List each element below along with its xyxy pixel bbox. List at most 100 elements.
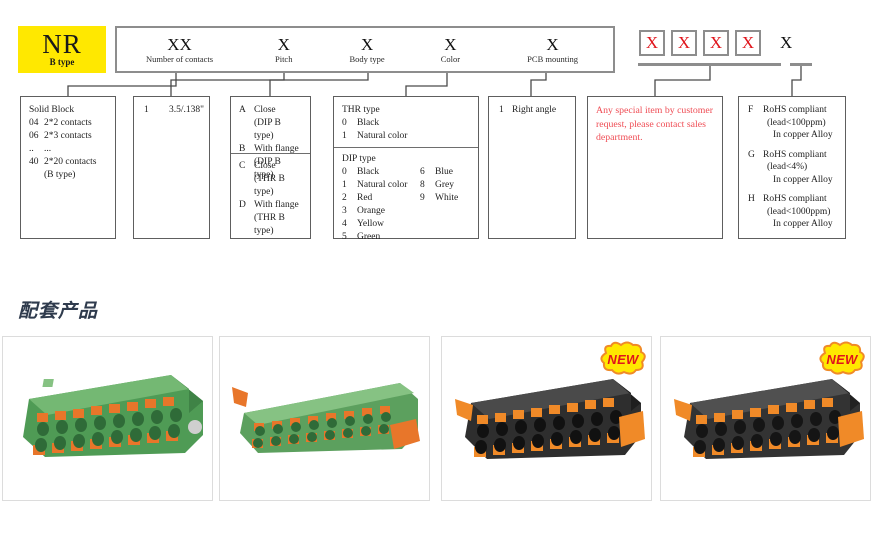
rohs-line3: In copper Alloy (773, 130, 833, 140)
dip-color-column-right: 6 Blue 8 Grey 9 White (420, 166, 470, 244)
body-type-key: A (239, 105, 246, 115)
dip-color-key: 5 (342, 232, 347, 242)
body-type-sub: (DIP B type) (254, 118, 281, 141)
new-badge-text: NEW (607, 352, 639, 367)
detail-box-pitch: 1 3.5/.138" (133, 96, 210, 239)
product-card[interactable]: NL3.5 With Flange (2, 336, 213, 501)
contacts-row: 40 2*20 contacts (29, 156, 107, 169)
product-card[interactable]: NEW (660, 336, 871, 501)
product-image-black-low-current (455, 379, 645, 459)
contacts-row-value: 2*20 contacts (44, 157, 97, 167)
code-label: Color (440, 53, 461, 64)
contacts-title: Solid Block (29, 105, 75, 115)
contacts-row-value: ... (44, 144, 52, 154)
part-number-coding-diagram: NR B type XX Number of contacts X Pitch … (0, 0, 882, 250)
code-label: Body type (349, 53, 385, 64)
dip-color-value: Blue (435, 167, 453, 177)
thr-color-value: Black (357, 118, 380, 128)
dip-color-key: 2 (342, 193, 347, 203)
rohs-key: G (748, 149, 755, 160)
body-type-value: Close (254, 161, 276, 171)
dip-color-value: Natural color (357, 180, 408, 190)
dip-color-key: 0 (342, 167, 347, 177)
code-label: Number of contacts (146, 53, 214, 64)
page-root: NR B type XX Number of contacts X Pitch … (0, 0, 882, 556)
code-symbol: X (277, 34, 290, 54)
rohs-code-underline (790, 63, 812, 66)
detail-box-color: THR type 0 Black 1 Natural color DIP typ… (333, 96, 479, 242)
mounting-value: Right angle (512, 105, 557, 115)
pitch-row-value: 3.5/.138" (169, 105, 205, 115)
code-cell-color: X Color (409, 28, 492, 71)
body-type-row: D With flange (239, 199, 302, 212)
rohs-code-symbol: X (780, 33, 793, 52)
product-card[interactable]: NL3.5 With operating lever (219, 336, 430, 501)
contacts-row-key: 04 (29, 118, 39, 128)
mounting-key: 1 (499, 105, 504, 115)
product-card[interactable]: NEW (441, 336, 652, 501)
code-symbol: X (546, 34, 559, 54)
rohs-line1: RoHS compliant (763, 194, 827, 204)
pitch-row: 1 3.5/.138" (144, 104, 205, 117)
rohs-line1: RoHS compliant (763, 149, 827, 160)
new-badge: NEW (597, 341, 649, 378)
product-image-green-lever (232, 383, 420, 453)
body-type-key: D (239, 200, 246, 210)
product-card-grid: NL3.5 With Flange (0, 336, 882, 556)
nr-logo-subtitle: B type (49, 56, 75, 67)
section-title: 配套产品 (18, 301, 99, 322)
color-divider: DIP type 0 Black 1 Natural color 2 Red 3… (334, 147, 478, 244)
rohs-line3: In copper Alloy (773, 219, 833, 229)
nr-logo-main: NR (42, 28, 82, 59)
mounting-row: 1 Right angle (499, 104, 567, 117)
dip-color-row: 0 Black (342, 166, 420, 179)
special-request-note: Any special item by customer request, pl… (596, 105, 713, 143)
dip-color-key: 1 (342, 180, 347, 190)
contacts-row-key: .. (29, 144, 34, 154)
thr-color-value: Natural color (357, 131, 408, 141)
dip-color-row: 4 Yellow (342, 218, 420, 231)
code-symbol: X (444, 34, 457, 54)
rohs-key: F (748, 105, 754, 115)
contacts-row: 04 2*2 contacts (29, 117, 107, 130)
dip-color-row: 8 Grey (420, 179, 470, 192)
optional-code-underline (638, 63, 781, 66)
optional-code-box-4: X (735, 30, 761, 56)
code-label: Pitch (274, 53, 293, 64)
rohs-line3: In copper Alloy (773, 174, 833, 185)
product-image-green-flange (23, 375, 203, 457)
rohs-key: H (748, 194, 755, 204)
dip-color-row: 2 Red (342, 192, 420, 205)
thr-color-row: 0 Black (342, 117, 470, 130)
dip-color-value: Green (357, 232, 381, 242)
dip-color-value: Black (357, 167, 380, 177)
code-symbol: XX (167, 34, 192, 54)
dip-color-value: White (435, 193, 459, 203)
detail-box-body-type: A Close (DIP B type) B With flange (DIP … (230, 96, 311, 239)
body-type-key: B (239, 144, 246, 154)
rohs-line2: (lead<4%) (767, 162, 808, 172)
dip-color-row: 6 Blue (420, 166, 470, 179)
thr-type-title: THR type (342, 105, 380, 115)
body-type-row: A Close (239, 104, 302, 117)
code-symbol-bar: XX Number of contacts X Pitch X Body typ… (115, 26, 615, 73)
rohs-line2: (lead<100ppm) (767, 117, 826, 128)
pitch-row-key: 1 (144, 105, 149, 115)
dip-type-title: DIP type (342, 154, 376, 164)
dip-color-key: 8 (420, 180, 425, 190)
body-type-divider: C Close (THR B type) D With flange (THR … (231, 153, 310, 238)
detail-box-special-request: Any special item by customer request, pl… (587, 96, 723, 239)
dip-color-row: 3 Orange (342, 205, 420, 218)
thr-color-key: 1 (342, 131, 347, 141)
new-badge-text: NEW (826, 352, 858, 367)
detail-box-contacts: Solid Block 04 2*2 contacts 06 2*3 conta… (20, 96, 116, 239)
body-type-value: With flange (254, 200, 299, 210)
contacts-continuation: (B type) (44, 170, 76, 180)
thr-color-row: 1 Natural color (342, 130, 470, 143)
dip-color-value: Red (357, 193, 373, 203)
contacts-row-key: 40 (29, 157, 39, 167)
dip-color-row: 5 Green (342, 231, 420, 244)
dip-color-key: 6 (420, 167, 425, 177)
dip-color-value: Yellow (357, 219, 385, 229)
optional-code-box-3: X (703, 30, 729, 56)
